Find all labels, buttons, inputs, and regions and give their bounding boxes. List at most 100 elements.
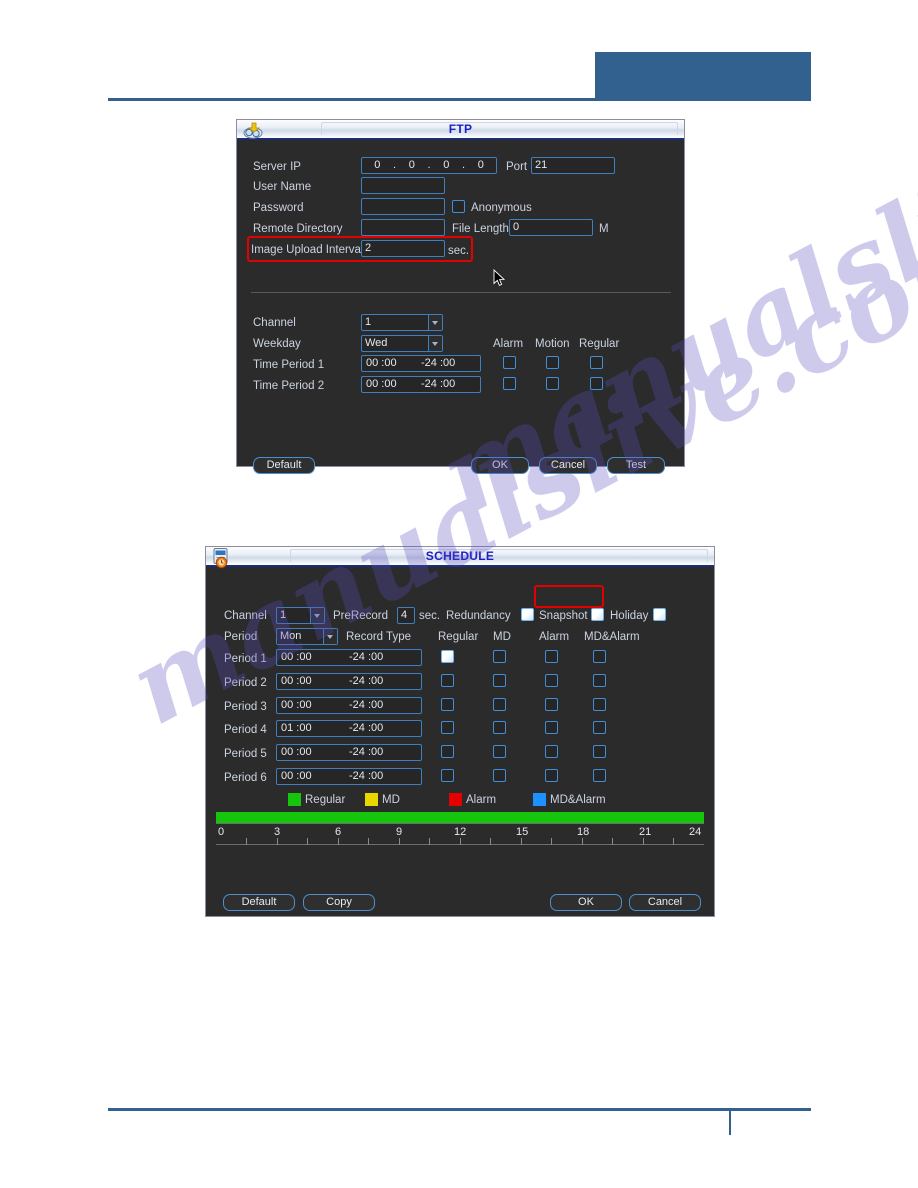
period-6-range[interactable]: 00 :00 -24 :00 [276,768,422,785]
ftp-test-button[interactable]: Test [607,457,665,474]
period-4-md-alarm-checkbox[interactable] [593,721,606,734]
timeline-minor-tick [612,838,613,845]
period-3-alarm-checkbox[interactable] [545,698,558,711]
server-ip-octet-4[interactable]: 0 [466,158,497,173]
ftp-default-button[interactable]: Default [253,457,315,474]
time-period-2-motion-checkbox[interactable] [546,377,559,390]
port-input[interactable]: 21 [531,157,615,174]
server-ip-octet-1[interactable]: 0 [362,158,393,173]
time-period-1-start[interactable]: 00 :00 [366,356,397,371]
period-6-end[interactable]: -24 :00 [349,769,383,784]
period-5-start[interactable]: 00 :00 [281,745,312,760]
period-1-range[interactable]: 00 :00 -24 :00 [276,649,422,666]
schedule-period-select[interactable]: Mon [276,628,338,645]
server-ip-octet-3[interactable]: 0 [431,158,462,173]
period-5-regular-checkbox[interactable] [441,745,454,758]
period-3-end[interactable]: -24 :00 [349,698,383,713]
period-5-range[interactable]: 00 :00 -24 :00 [276,744,422,761]
legend-swatch-md [365,793,378,806]
anonymous-checkbox[interactable] [452,200,465,213]
image-upload-interval-input[interactable]: 2 [361,240,445,257]
timeline-tick-9: 9 [396,826,403,838]
password-input[interactable] [361,198,445,215]
time-period-2-range[interactable]: 00 :00 -24 :00 [361,376,481,393]
schedule-default-button[interactable]: Default [223,894,295,911]
period-3-regular-checkbox[interactable] [441,698,454,711]
server-ip-octet-2[interactable]: 0 [397,158,428,173]
period-5-md-checkbox[interactable] [493,745,506,758]
ftp-cancel-button[interactable]: Cancel [539,457,597,474]
timeline-tick-24: 24 [689,826,702,838]
period-1-start[interactable]: 00 :00 [281,650,312,665]
period-6-md-checkbox[interactable] [493,769,506,782]
period-4-md-checkbox[interactable] [493,721,506,734]
period-5-md-alarm-checkbox[interactable] [593,745,606,758]
channel-select[interactable]: 1 [361,314,443,331]
period-5-alarm-checkbox[interactable] [545,745,558,758]
schedule-cancel-button[interactable]: Cancel [629,894,701,911]
chevron-down-icon[interactable] [310,608,324,623]
period-4-range[interactable]: 01 :00 -24 :00 [276,720,422,737]
chevron-down-icon[interactable] [428,336,442,351]
weekday-select-value: Wed [365,337,388,349]
time-period-1-alarm-checkbox[interactable] [503,356,516,369]
timeline-tick-12: 12 [454,826,467,838]
period-2-md-checkbox[interactable] [493,674,506,687]
period-3-range[interactable]: 00 :00 -24 :00 [276,697,422,714]
schedule-dialog: SCHEDULE Channel 1 PreRecord 4 sec. Redu… [205,546,715,917]
period-4-regular-checkbox[interactable] [441,721,454,734]
period-1-alarm-checkbox[interactable] [545,650,558,663]
period-4-alarm-checkbox[interactable] [545,721,558,734]
time-period-2-end[interactable]: -24 :00 [421,377,455,392]
time-period-2-alarm-checkbox[interactable] [503,377,516,390]
period-2-end[interactable]: -24 :00 [349,674,383,689]
time-period-1-motion-checkbox[interactable] [546,356,559,369]
file-length-input[interactable]: 0 [509,219,593,236]
period-3-md-checkbox[interactable] [493,698,506,711]
holiday-checkbox[interactable] [653,608,666,621]
period-6-alarm-checkbox[interactable] [545,769,558,782]
remote-directory-input[interactable] [361,219,445,236]
timeline-minor-tick [368,838,369,845]
schedule-copy-button[interactable]: Copy [303,894,375,911]
period-5-end[interactable]: -24 :00 [349,745,383,760]
chevron-down-icon[interactable] [428,315,442,330]
schedule-ok-button[interactable]: OK [550,894,622,911]
schedule-channel-select[interactable]: 1 [276,607,325,624]
period-1-md-alarm-checkbox[interactable] [593,650,606,663]
period-6-regular-checkbox[interactable] [441,769,454,782]
timeline-record-bar[interactable] [216,812,704,823]
period-3-md-alarm-checkbox[interactable] [593,698,606,711]
period-2-start[interactable]: 00 :00 [281,674,312,689]
time-period-1-end[interactable]: -24 :00 [421,356,455,371]
time-period-2-regular-checkbox[interactable] [590,377,603,390]
period-1-regular-checkbox[interactable] [441,650,454,663]
chevron-down-icon[interactable] [323,629,337,644]
server-ip-input[interactable]: 0 . 0 . 0 . 0 [361,157,497,174]
schedule-period-label: Period [224,631,258,643]
user-name-input[interactable] [361,177,445,194]
time-period-2-start[interactable]: 00 :00 [366,377,397,392]
period-2-md-alarm-checkbox[interactable] [593,674,606,687]
redundancy-checkbox[interactable] [521,608,534,621]
period-1-end[interactable]: -24 :00 [349,650,383,665]
period-3-start[interactable]: 00 :00 [281,698,312,713]
period-1-md-checkbox[interactable] [493,650,506,663]
ftp-ok-button[interactable]: OK [471,457,529,474]
period-4-start[interactable]: 01 :00 [281,721,312,736]
period-2-range[interactable]: 00 :00 -24 :00 [276,673,422,690]
time-period-1-label: Time Period 1 [253,359,325,371]
period-6-md-alarm-checkbox[interactable] [593,769,606,782]
ftp-dialog: FTP Server IP 0 . 0 . 0 . 0 Port 21 User… [236,119,685,474]
time-period-1-regular-checkbox[interactable] [590,356,603,369]
period-1-label: Period 1 [224,653,267,665]
period-2-regular-checkbox[interactable] [441,674,454,687]
time-period-1-range[interactable]: 00 :00 -24 :00 [361,355,481,372]
weekday-select[interactable]: Wed [361,335,443,352]
period-2-alarm-checkbox[interactable] [545,674,558,687]
period-6-start[interactable]: 00 :00 [281,769,312,784]
period-4-end[interactable]: -24 :00 [349,721,383,736]
schedule-dialog-body: Channel 1 PreRecord 4 sec. Redundancy Sn… [206,567,714,916]
prerecord-input[interactable]: 4 [397,607,415,624]
snapshot-checkbox[interactable] [591,608,604,621]
